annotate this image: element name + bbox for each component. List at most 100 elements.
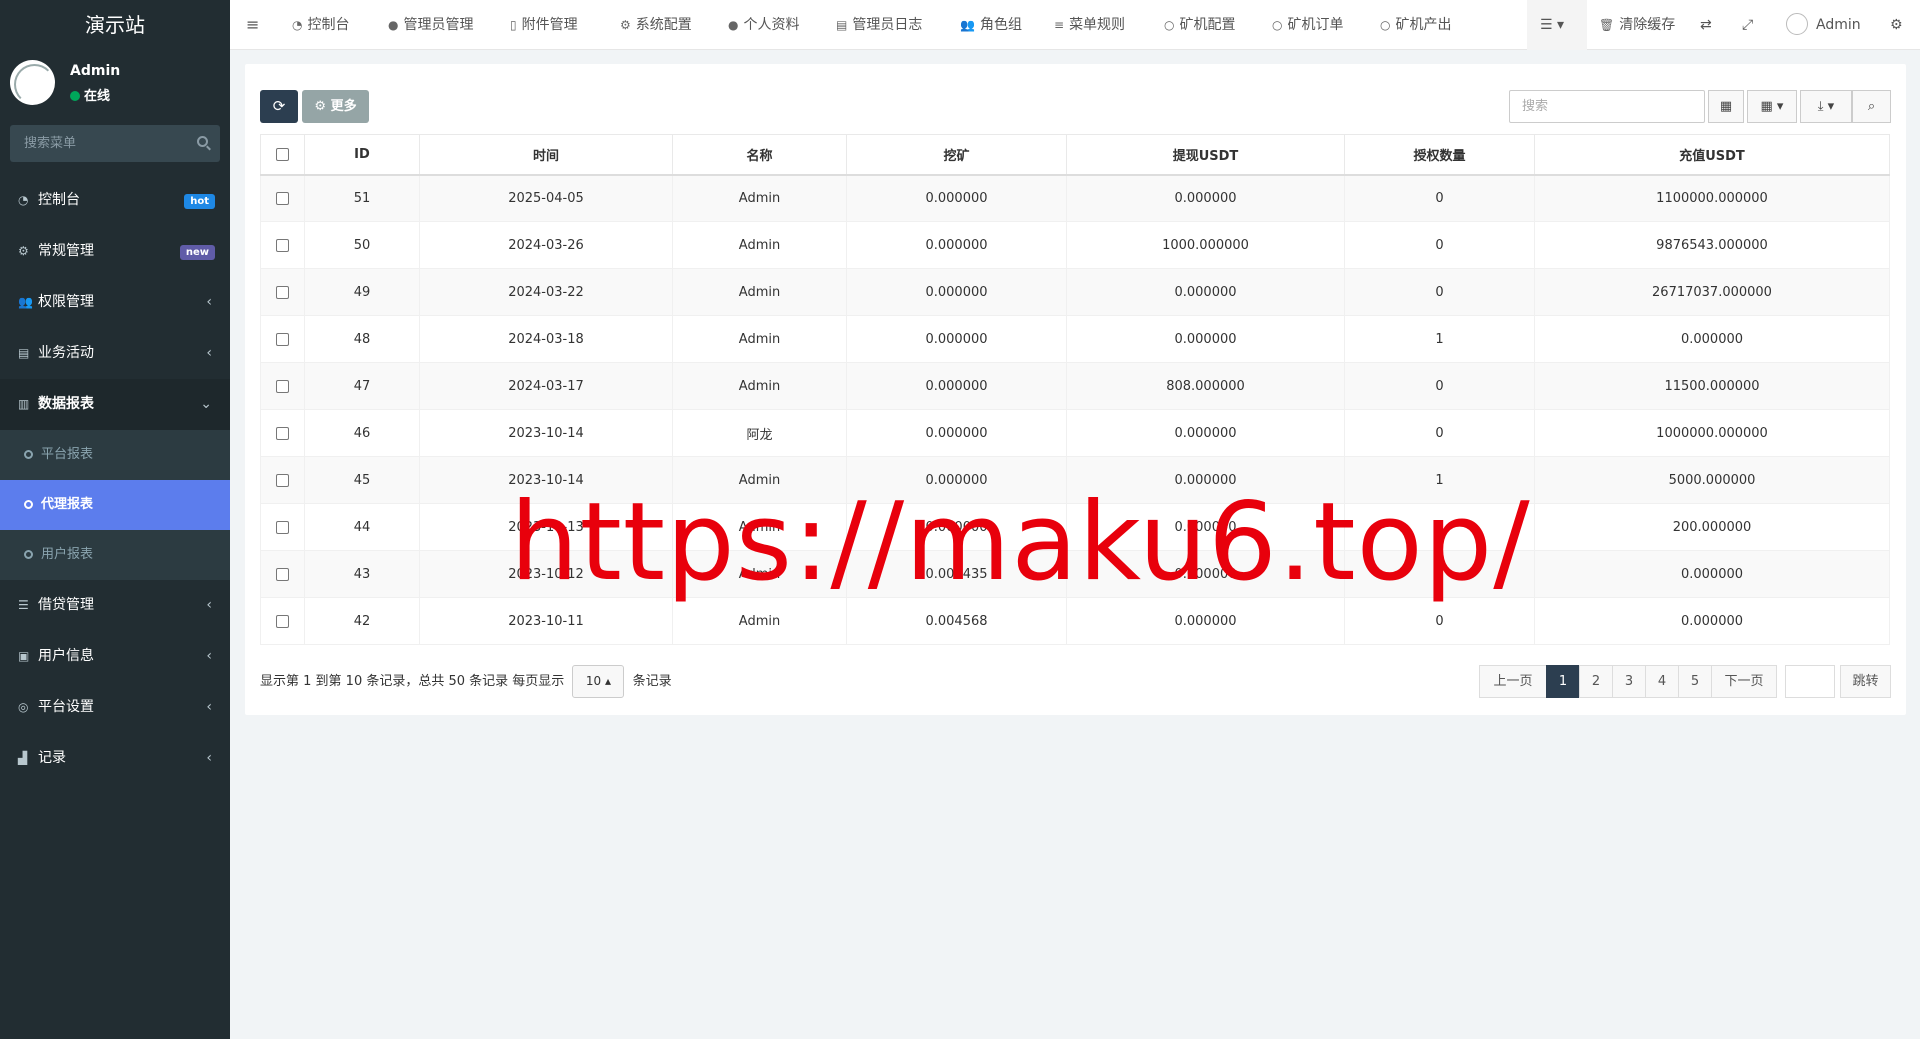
column-header[interactable]: 挖矿 [846,134,1067,176]
table-row[interactable]: 46 2023-10-14 阿龙 0.000000 0.000000 0 1000000.0… [260,409,1890,457]
row-checkbox[interactable] [276,379,289,393]
circle-o-icon [24,550,33,559]
clear-cache-button[interactable]: 🗑 清除缓存 [1599,0,1675,50]
next-page-button[interactable]: 下一页 [1711,665,1777,698]
tab-dashboard[interactable]: ◔ 控制台 [292,0,349,50]
column-header[interactable]: 提现USDT [1066,134,1345,176]
prev-page-button[interactable]: 上一页 [1479,665,1547,698]
table-row[interactable]: 42 2023-10-11 Admin 0.004568 0.000000 0 0.0000… [260,597,1890,645]
toggle-view-button[interactable]: ▦ [1708,90,1744,123]
table-search-input[interactable] [1509,90,1705,123]
tab-role-group[interactable]: 👥 角色组 [960,0,1022,50]
table-row[interactable]: 44 2023-10-13 Admin 0.000000 0.000000 0 200.00… [260,503,1890,551]
table-row[interactable]: 50 2024-03-26 Admin 0.000000 1000.000000 0 987… [260,221,1890,269]
pagination-info: 显示第 1 到第 10 条记录，总共 50 条记录 每页显示 10 ▴ 条记录 [260,665,672,698]
sidebar-item-general[interactable]: ⚙ 常规管理 new [0,226,230,277]
table-cell: 0 [1344,409,1535,457]
sidebar-item-dashboard[interactable]: ◔ 控制台 hot [0,175,230,226]
language-button[interactable]: ⇄ [1700,0,1712,50]
search-toggle-button[interactable]: ⌕ [1852,90,1891,123]
export-button[interactable]: ⤓ ▾ [1800,90,1852,123]
row-select-cell [260,550,305,598]
select-all-checkbox[interactable] [276,147,289,161]
chevron-left-icon: ‹ [206,750,212,766]
table-cell: Admin [672,503,847,551]
table-row[interactable]: 51 2025-04-05 Admin 0.000000 0.000000 0 110000… [260,174,1890,222]
table-cell: 2024-03-22 [419,268,673,316]
bars-dropdown-icon: ☰ ▾ [1540,17,1565,33]
page-button[interactable]: 2 [1579,665,1613,698]
row-checkbox[interactable] [276,332,289,346]
tab-miner-config[interactable]: ○ 矿机配置 [1164,0,1235,50]
sidebar-item-business[interactable]: ▤ 业务活动 ‹ [0,328,230,379]
page-size-dropdown[interactable]: 10 ▴ [572,665,625,698]
page-button[interactable]: 1 [1546,665,1580,698]
column-header[interactable]: ID [304,134,420,176]
tab-attachments[interactable]: ▯ 附件管理 [510,0,578,50]
column-header[interactable]: 授权数量 [1344,134,1535,176]
row-checkbox[interactable] [276,567,289,581]
sidebar-item-platform-settings[interactable]: ◎ 平台设置 ‹ [0,682,230,733]
chevron-left-icon: ‹ [206,294,212,310]
menu-search-input[interactable] [10,125,220,162]
refresh-button[interactable]: ⟳ [260,90,298,123]
page-button[interactable]: 5 [1678,665,1712,698]
sidebar-item-auth[interactable]: 👥 权限管理 ‹ [0,277,230,328]
row-checkbox[interactable] [276,191,289,205]
settings-button[interactable]: ⚙ [1890,0,1903,50]
sidebar-item-user-report[interactable]: 用户报表 [0,530,230,580]
sidebar-item-user-info[interactable]: ▣ 用户信息 ‹ [0,631,230,682]
column-header[interactable]: 时间 [419,134,673,176]
tab-system-config[interactable]: ⚙ 系统配置 [620,0,692,50]
row-checkbox[interactable] [276,473,289,487]
table-cell: 47 [304,362,420,410]
sidebar-item-label: 代理报表 [41,497,94,512]
tab-miner-output[interactable]: ○ 矿机产出 [1380,0,1451,50]
table-row[interactable]: 47 2024-03-17 Admin 0.000000 808.000000 0 1150… [260,362,1890,410]
table-row[interactable]: 45 2023-10-14 Admin 0.000000 0.000000 1 5000.0… [260,456,1890,504]
table-row[interactable]: 43 2023-10-12 Admin 0.004435 0.000000 0 0.0000… [260,550,1890,598]
dashboard-icon: ◔ [18,193,29,207]
page-button[interactable]: 4 [1645,665,1679,698]
tab-menu-rules[interactable]: ≡ 菜单规则 [1054,0,1125,50]
row-checkbox[interactable] [276,238,289,252]
row-checkbox[interactable] [276,285,289,299]
id-card-icon: ▤ [18,346,30,360]
tab-profile[interactable]: ● 个人资料 [728,0,799,50]
tab-dropdown-button[interactable]: ☰ ▾ [1540,0,1564,50]
jump-page-input[interactable] [1785,665,1835,698]
tab-admin-log[interactable]: ▤ 管理员日志 [836,0,922,50]
table-cell: 1000.000000 [1066,221,1345,269]
row-checkbox[interactable] [276,426,289,440]
chevron-left-icon: ‹ [206,597,212,613]
tab-admin-manage[interactable]: ● 管理员管理 [388,0,473,50]
hot-badge: hot [184,194,215,209]
row-checkbox[interactable] [276,614,289,628]
sidebar-item-label: 数据报表 [38,396,94,412]
table-cell: 46 [304,409,420,457]
user-menu-button[interactable]: Admin [1786,0,1861,50]
column-header[interactable]: 名称 [672,134,847,176]
fullscreen-button[interactable]: ⤢ [1742,0,1753,50]
group-icon: 👥 [960,18,975,32]
table-row[interactable]: 48 2024-03-18 Admin 0.000000 0.000000 1 0.0000… [260,315,1890,363]
more-button[interactable]: ⚙ 更多 [302,90,369,123]
table-row[interactable]: 49 2024-03-22 Admin 0.000000 0.000000 0 267170… [260,268,1890,316]
tab-label: 矿机订单 [1287,17,1344,33]
sidebar-toggle-button[interactable]: ≡ [246,0,259,50]
sidebar-item-loans[interactable]: ☰ 借贷管理 ‹ [0,580,230,631]
row-checkbox[interactable] [276,520,289,534]
columns-button[interactable]: ▦ ▾ [1747,90,1797,123]
sidebar-item-agent-report[interactable]: 代理报表 [0,480,230,530]
site-logo[interactable]: 演示站 [0,0,230,50]
search-icon[interactable] [197,136,208,147]
sidebar-item-platform-report[interactable]: 平台报表 [0,430,230,480]
tab-miner-orders[interactable]: ○ 矿机订单 [1272,0,1343,50]
avatar [1786,13,1808,35]
sidebar-item-reports[interactable]: ▥ 数据报表 ⌄ [0,379,230,430]
jump-button[interactable]: 跳转 [1840,665,1891,698]
column-header[interactable]: 充值USDT [1534,134,1890,176]
sidebar-item-records[interactable]: ▟ 记录 ‹ [0,733,230,784]
page-button[interactable]: 3 [1612,665,1646,698]
sidebar-item-label: 常规管理 [38,243,94,259]
